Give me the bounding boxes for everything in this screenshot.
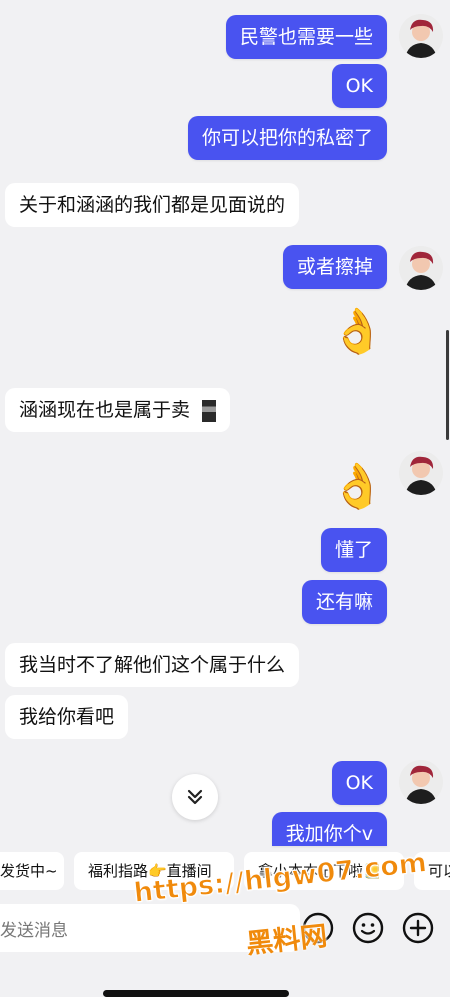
home-indicator[interactable] — [103, 990, 289, 997]
message-bubble-incoming[interactable]: 我给你看吧 — [5, 695, 129, 739]
watermark-site-name: 黑料网 — [244, 920, 329, 961]
quick-reply-chip[interactable]: 发货中~ — [0, 852, 64, 890]
avatar[interactable] — [399, 451, 443, 495]
avatar[interactable] — [399, 246, 443, 290]
ok-hand-emoji[interactable]: 👌 — [330, 460, 385, 514]
chevron-double-down-icon — [187, 789, 203, 805]
plus-icon — [402, 912, 434, 944]
scrollbar[interactable] — [446, 330, 449, 440]
ok-hand-emoji[interactable]: 👌 — [330, 305, 385, 359]
message-input-placeholder: 发送消息 — [0, 921, 68, 941]
smiley-icon — [352, 912, 384, 944]
avatar[interactable] — [399, 760, 443, 804]
message-bubble-outgoing[interactable]: 懂了 — [320, 528, 387, 572]
emoji-button[interactable] — [348, 908, 388, 948]
plus-button[interactable] — [398, 908, 438, 948]
message-text: 涵涵现在也是属于卖 — [19, 399, 191, 421]
message-bubble-outgoing[interactable]: 民警也需要一些 — [225, 15, 387, 59]
message-bubble-outgoing[interactable]: 或者擦掉 — [282, 245, 387, 289]
message-bubble-outgoing[interactable]: OK — [331, 761, 387, 805]
message-bubble-incoming[interactable]: 涵涵现在也是属于卖 — [5, 388, 231, 432]
message-bubble-outgoing[interactable]: 我加你个v — [271, 812, 387, 846]
message-bubble-incoming[interactable]: 我当时不了解他们这个属于什么 — [5, 643, 300, 687]
message-bubble-incoming[interactable]: 关于和涵涵的我们都是见面说的 — [5, 183, 300, 227]
scroll-to-bottom-button[interactable] — [172, 774, 218, 820]
message-bubble-outgoing[interactable]: 你可以把你的私密了 — [187, 116, 387, 160]
message-bubble-outgoing[interactable]: 还有嘛 — [301, 580, 387, 624]
avatar[interactable] — [399, 14, 443, 58]
message-bubble-outgoing[interactable]: OK — [331, 64, 387, 108]
mosaic-censor — [202, 400, 217, 422]
